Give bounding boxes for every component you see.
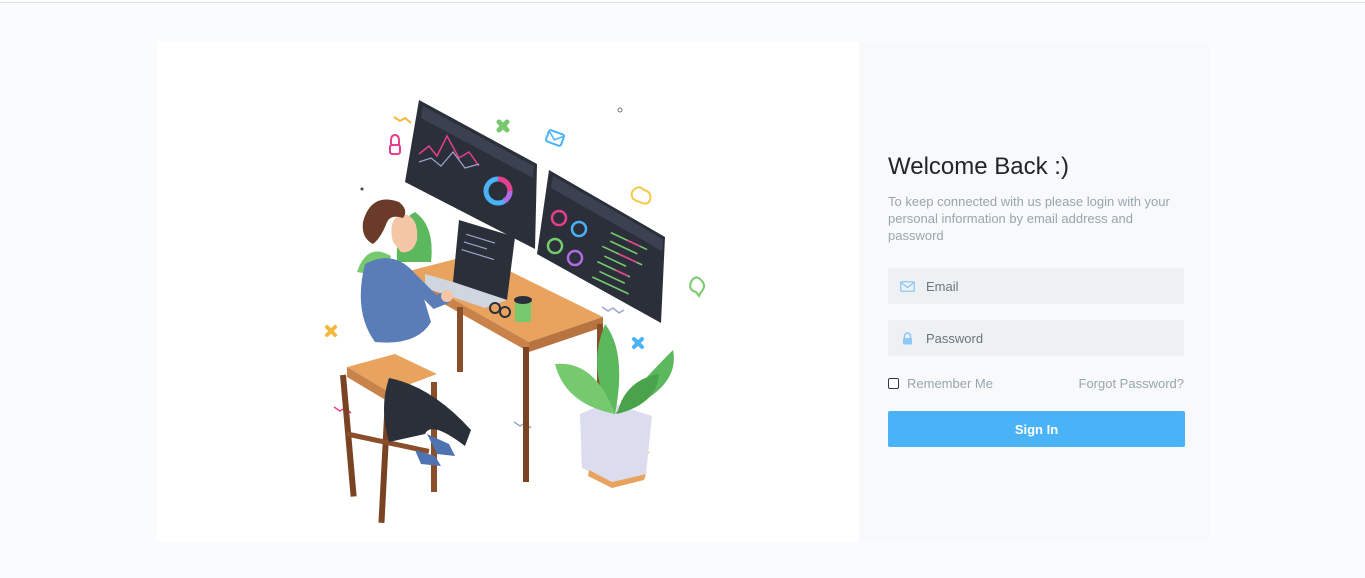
lock-icon xyxy=(888,331,926,345)
remember-label: Remember Me xyxy=(907,376,993,391)
page-subtitle: To keep connected with us please login w… xyxy=(888,194,1170,243)
login-form-panel: Welcome Back :) To keep connected with u… xyxy=(859,42,1210,541)
remember-me[interactable]: Remember Me xyxy=(888,376,993,391)
mail-icon xyxy=(888,280,926,292)
password-input[interactable] xyxy=(926,321,1166,355)
remember-checkbox[interactable] xyxy=(888,378,899,389)
password-field[interactable] xyxy=(888,320,1184,356)
login-card: Welcome Back :) To keep connected with u… xyxy=(157,42,1210,541)
page-title: Welcome Back :) xyxy=(888,153,1069,180)
forgot-password-link[interactable]: Forgot Password? xyxy=(1079,376,1185,391)
top-border xyxy=(0,2,1365,3)
developer-workspace-illustration xyxy=(325,100,705,523)
sign-in-button[interactable]: Sign In xyxy=(888,411,1185,447)
email-field[interactable] xyxy=(888,268,1184,304)
plant-pot xyxy=(555,324,674,488)
illustration-panel xyxy=(157,42,859,541)
email-input[interactable] xyxy=(926,269,1166,303)
person-working xyxy=(360,199,471,466)
